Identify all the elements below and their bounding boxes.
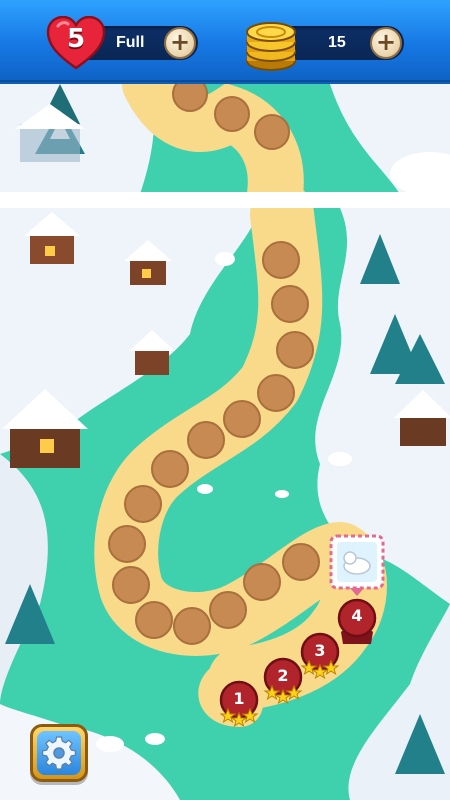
add-lives-button[interactable]: + [164, 27, 196, 59]
gear-icon [41, 736, 77, 770]
level-3-button[interactable]: 3 [305, 641, 335, 660]
add-coins-button[interactable]: + [370, 27, 402, 59]
top-hud: Full + 5 15 + [0, 0, 450, 82]
coin-stack-icon [246, 22, 296, 71]
level-4-button[interactable]: 4 [342, 606, 372, 625]
settings-button[interactable] [30, 724, 88, 782]
level-number: 1 [233, 689, 245, 708]
level-1-button[interactable]: 1 [224, 689, 254, 708]
lives-status: Full [116, 34, 145, 51]
level-number: 2 [277, 666, 289, 685]
level-number: 4 [351, 606, 363, 625]
lives-count: 5 [66, 24, 86, 54]
coins-count: 15 [328, 34, 346, 51]
level-map[interactable]: 4 3 2 1 [0, 84, 450, 800]
polar-bear-reward-icon [329, 534, 385, 596]
settings-button-face [37, 731, 81, 775]
level-2-button[interactable]: 2 [268, 666, 298, 685]
level-number: 3 [314, 641, 326, 660]
map-section-divider [0, 192, 450, 208]
